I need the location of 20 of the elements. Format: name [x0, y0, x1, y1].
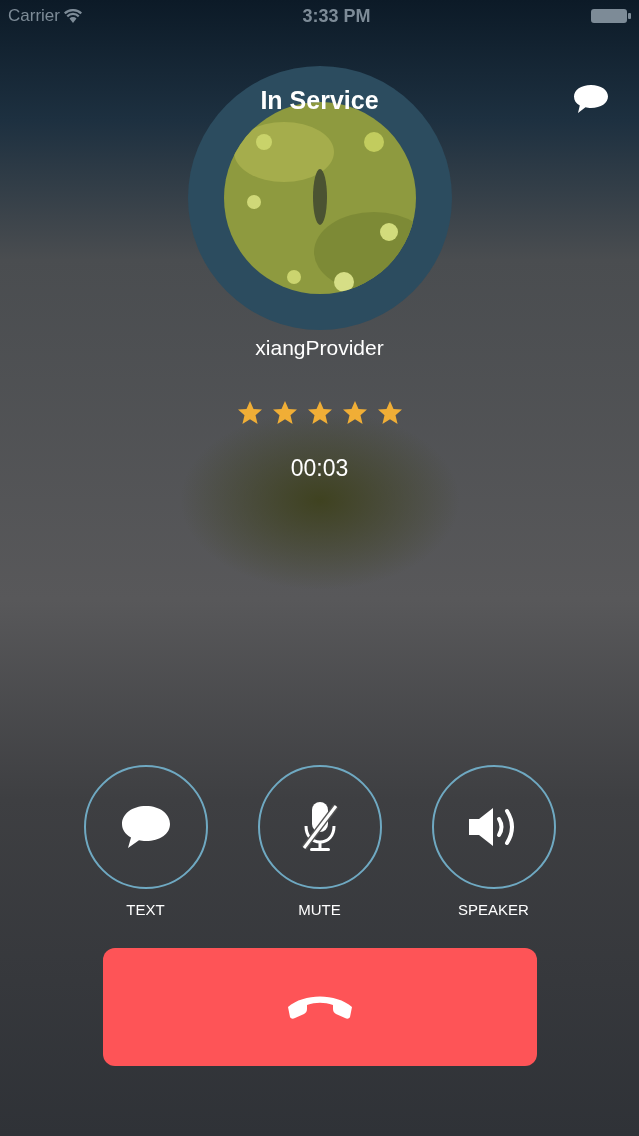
speaker-button[interactable]	[431, 765, 556, 889]
caller-name: xiangProvider	[255, 335, 384, 361]
star-icon	[376, 399, 403, 425]
star-icon	[271, 399, 298, 425]
screen-title: In Service	[260, 85, 379, 116]
clock-time: 3:33 PM	[302, 4, 371, 28]
speech-bubble-icon	[119, 804, 172, 850]
wifi-icon	[63, 9, 82, 23]
chat-bubble-icon[interactable]	[573, 84, 609, 114]
text-button[interactable]	[83, 765, 208, 889]
star-icon	[341, 399, 368, 425]
button-label: TEXT	[126, 900, 165, 920]
call-timer: 00:03	[290, 453, 349, 483]
button-label: SPEAKER	[458, 900, 529, 920]
button-label: MUTE	[298, 900, 341, 920]
star-icon	[306, 399, 333, 425]
battery-icon	[591, 8, 631, 24]
carrier-name: Carrier	[8, 5, 60, 28]
mute-button[interactable]	[257, 765, 382, 889]
star-icon	[236, 399, 263, 425]
